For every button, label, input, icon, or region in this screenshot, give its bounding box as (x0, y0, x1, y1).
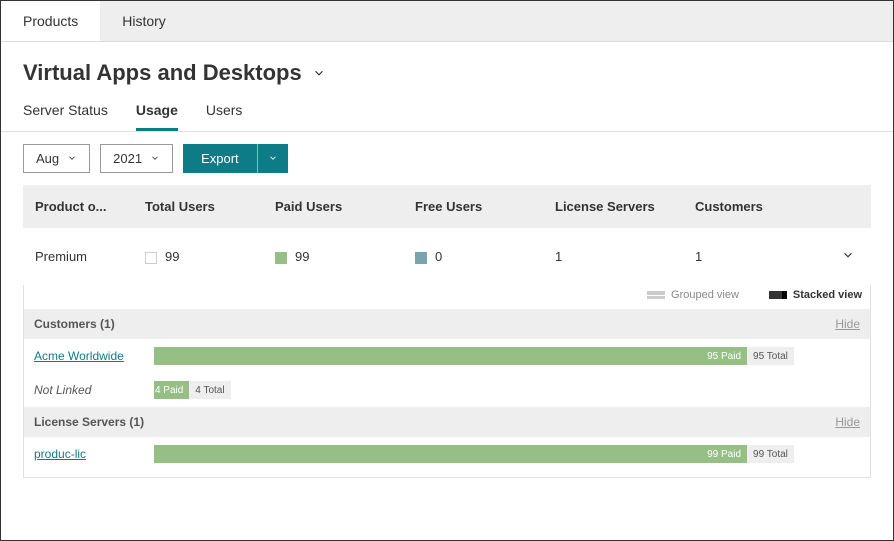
customers-hide-link[interactable]: Hide (835, 317, 860, 331)
cell-customers: 1 (695, 249, 815, 264)
stacked-view-icon (769, 291, 787, 299)
license-servers-section-header: License Servers (1) Hide (24, 407, 870, 437)
cell-total-users: 99 (145, 249, 275, 264)
bar-paid: 95 Paid (154, 347, 747, 365)
license-server-link[interactable]: produc-lic (34, 447, 86, 461)
chevron-down-icon (841, 250, 855, 265)
legend-stacked-view[interactable]: Stacked view (769, 289, 862, 301)
subtab-users[interactable]: Users (206, 94, 243, 131)
cell-paid-users: 99 (275, 249, 415, 264)
table-row: Premium 99 99 0 1 1 (23, 228, 871, 285)
bar-paid: 4 Paid (154, 381, 189, 399)
header-customers: Customers (695, 199, 815, 214)
customers-section-header: Customers (1) Hide (24, 309, 870, 339)
license-servers-hide-link[interactable]: Hide (835, 415, 860, 429)
customer-row-acme: Acme Worldwide 95 Paid 95 Total (24, 339, 870, 373)
swatch-total-icon (145, 252, 157, 264)
year-dropdown[interactable]: 2021 (100, 144, 173, 173)
subtab-usage[interactable]: Usage (136, 94, 178, 131)
chevron-down-icon (67, 151, 77, 166)
bar-paid: 99 Paid (154, 445, 747, 463)
bar-total: 95 Total (747, 347, 794, 365)
bar-total: 4 Total (189, 381, 230, 399)
license-server-row: produc-lic 99 Paid 99 Total (24, 437, 870, 471)
month-value: Aug (36, 151, 59, 166)
customer-link-acme[interactable]: Acme Worldwide (34, 349, 124, 363)
export-button[interactable]: Export (183, 144, 257, 173)
cell-product: Premium (35, 249, 145, 264)
top-tab-history[interactable]: History (100, 1, 188, 41)
cell-free-users: 0 (415, 249, 555, 264)
table-header: Product o... Total Users Paid Users Free… (23, 185, 871, 228)
top-tab-products[interactable]: Products (1, 1, 100, 41)
header-paid-users: Paid Users (275, 199, 415, 214)
header-license-servers: License Servers (555, 199, 695, 214)
header-total-users: Total Users (145, 199, 275, 214)
year-value: 2021 (113, 151, 142, 166)
chevron-down-icon (268, 151, 278, 166)
month-dropdown[interactable]: Aug (23, 144, 90, 173)
grouped-view-icon (647, 291, 665, 299)
row-expand-toggle[interactable] (815, 248, 855, 265)
bar-total: 99 Total (747, 445, 794, 463)
legend-grouped-view[interactable]: Grouped view (647, 289, 739, 301)
header-free-users: Free Users (415, 199, 555, 214)
swatch-free-icon (415, 252, 427, 264)
chevron-down-icon (150, 151, 160, 166)
subtab-server-status[interactable]: Server Status (23, 94, 108, 131)
header-product: Product o... (35, 199, 145, 214)
customer-label-notlinked: Not Linked (34, 383, 154, 397)
page-title: Virtual Apps and Desktops (23, 60, 302, 86)
cell-license-servers: 1 (555, 249, 695, 264)
customer-row-notlinked: Not Linked 4 Paid 4 Total (24, 373, 870, 407)
swatch-paid-icon (275, 252, 287, 264)
page-title-chevron-icon[interactable] (312, 66, 326, 80)
export-split-button[interactable] (257, 144, 288, 173)
